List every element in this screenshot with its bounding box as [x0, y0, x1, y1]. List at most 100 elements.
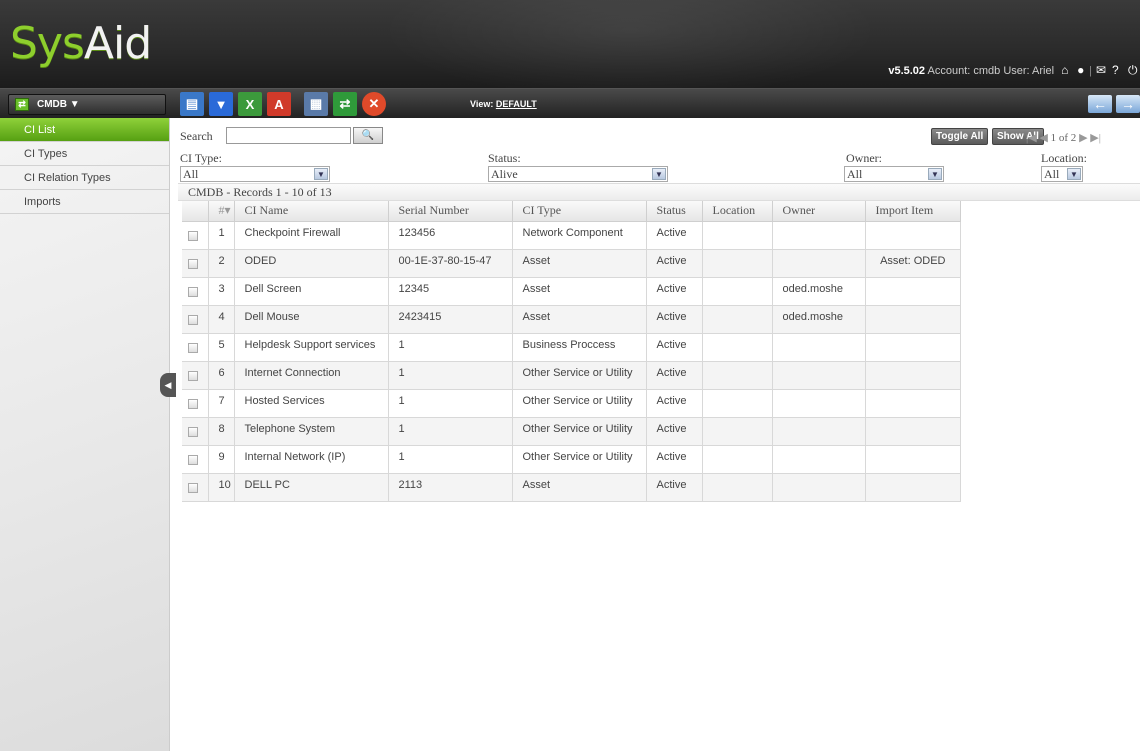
table-row[interactable]: 8 Telephone System 1 Other Service or Utili…	[182, 417, 961, 446]
table-cell: Active	[646, 333, 703, 362]
table-row[interactable]: 5 Helpdesk Support services 1 Business Proc…	[182, 333, 961, 362]
table-cell: Asset	[512, 277, 647, 306]
table-cell: Network Component	[512, 221, 647, 250]
table-row[interactable]: 4 Dell Mouse 2423415 Asset Active oded.moshe	[182, 305, 961, 334]
table-row[interactable]: 6 Internet Connection 1 Other Service or Ut…	[182, 361, 961, 390]
row-checkbox-cell	[182, 305, 209, 334]
table-cell	[865, 473, 961, 502]
pdf-export-icon[interactable]: A	[267, 92, 291, 116]
table-cell: Other Service or Utility	[512, 389, 647, 418]
status-filter-label: Status:	[488, 151, 521, 165]
owner-filter-select[interactable]: All ▼	[844, 166, 944, 182]
mail-icon[interactable]: ✉	[1096, 64, 1108, 76]
table-cell	[772, 361, 866, 390]
table-cell	[865, 417, 961, 446]
table-cell: 2113	[388, 473, 513, 502]
first-page-icon[interactable]: |◀	[1026, 132, 1037, 144]
print-icon[interactable]: ▦	[304, 92, 328, 116]
account-label: Account: cmdb	[927, 65, 1001, 77]
table-cell: Active	[646, 445, 703, 474]
column-header[interactable]: Status	[646, 201, 703, 222]
row-checkbox[interactable]	[188, 454, 198, 465]
sync-icon[interactable]: ⇄	[333, 92, 357, 116]
table-cell	[702, 221, 773, 250]
toggle-all-button[interactable]: Toggle All	[931, 128, 989, 145]
row-checkbox-cell	[182, 473, 209, 502]
column-header[interactable]: Serial Number	[388, 201, 513, 222]
sidebar-item-imports[interactable]: Imports	[0, 190, 169, 214]
excel-export-icon[interactable]: X	[238, 92, 262, 116]
search-input[interactable]	[226, 127, 351, 144]
sidebar-item-ci-types[interactable]: CI Types	[0, 142, 169, 166]
table-cell	[702, 445, 773, 474]
table-cell: Helpdesk Support services	[234, 333, 389, 362]
back-arrow-icon[interactable]: ←	[1088, 95, 1112, 113]
forward-arrow-icon[interactable]: →	[1116, 95, 1140, 113]
table-cell: 1	[208, 221, 235, 250]
table-cell: Active	[646, 305, 703, 334]
help-icon[interactable]: ?	[1112, 64, 1124, 76]
table-row[interactable]: 3 Dell Screen 12345 Asset Active oded.moshe	[182, 277, 961, 306]
last-page-icon[interactable]: ▶|	[1090, 132, 1101, 144]
view-selector[interactable]: View: DEFAULT	[470, 99, 537, 109]
toolbar-actions: ▤ ▼ X A ▦ ⇄ ✕	[180, 92, 386, 116]
records-summary: CMDB - Records 1 - 10 of 13	[178, 183, 1140, 201]
column-header[interactable]: CI Name	[234, 201, 389, 222]
table-row[interactable]: 7 Hosted Services 1 Other Service or Utilit…	[182, 389, 961, 418]
sidebar-item-ci-list[interactable]: CI List	[0, 118, 169, 142]
account-info: v5.5.02 Account: cmdb User: Ariel ⌂ ● | ✉? ⏻	[888, 64, 1140, 77]
user-icon[interactable]: ●	[1077, 64, 1089, 76]
chevron-down-icon: ▼	[652, 168, 666, 180]
table-cell	[702, 305, 773, 334]
view-link[interactable]: DEFAULT	[496, 99, 537, 109]
row-checkbox[interactable]	[188, 370, 198, 381]
row-checkbox[interactable]	[188, 314, 198, 325]
table-row[interactable]: 9 Internal Network (IP) 1 Other Service or …	[182, 445, 961, 474]
version-label: v5.5.02	[888, 65, 926, 77]
next-page-icon[interactable]: ▶	[1079, 132, 1087, 144]
status-filter-select[interactable]: Alive ▼	[488, 166, 668, 182]
row-checkbox[interactable]	[188, 482, 198, 493]
search-button[interactable]: 🔍	[353, 127, 383, 144]
table-row[interactable]: 1 Checkpoint Firewall 123456 Network Compon…	[182, 221, 961, 250]
table-cell: DELL PC	[234, 473, 389, 502]
table-cell: Active	[646, 417, 703, 446]
table-cell: Asset	[512, 305, 647, 334]
row-checkbox[interactable]	[188, 398, 198, 409]
table-cell: Active	[646, 277, 703, 306]
table-cell: 1	[388, 445, 513, 474]
app-header: SysAid v5.5.02 Account: cmdb User: Ariel…	[0, 0, 1140, 88]
delete-icon[interactable]: ✕	[362, 92, 386, 116]
sidebar-item-ci-relation-types[interactable]: CI Relation Types	[0, 166, 169, 190]
table-row[interactable]: 2 ODED 00-1E-37-80-15-47 Asset Active Asset: …	[182, 249, 961, 278]
column-header[interactable]: Import Item	[865, 201, 961, 222]
table-cell	[702, 249, 773, 278]
column-header[interactable]: CI Type	[512, 201, 647, 222]
row-checkbox[interactable]	[188, 230, 198, 241]
row-checkbox[interactable]	[188, 342, 198, 353]
home-icon[interactable]: ⌂	[1061, 64, 1073, 76]
table-cell: 123456	[388, 221, 513, 250]
new-ci-icon[interactable]: ▤	[180, 92, 204, 116]
prev-page-icon[interactable]: ◀	[1039, 132, 1047, 144]
table-row[interactable]: 10 DELL PC 2113 Asset Active	[182, 473, 961, 502]
filter-icon[interactable]: ▼	[209, 92, 233, 116]
table-cell: Dell Mouse	[234, 305, 389, 334]
row-checkbox[interactable]	[188, 286, 198, 297]
column-header[interactable]: Location	[702, 201, 773, 222]
table-cell: oded.moshe	[772, 305, 866, 334]
module-selector[interactable]: ⇄ CMDB ▼	[8, 94, 166, 115]
row-checkbox-cell	[182, 417, 209, 446]
sort-column-header[interactable]: #▾	[208, 201, 235, 222]
row-checkbox[interactable]	[188, 258, 198, 269]
table-cell: 3	[208, 277, 235, 306]
column-header[interactable]	[182, 201, 209, 222]
sysaid-logo[interactable]: SysAid	[10, 18, 152, 69]
row-checkbox[interactable]	[188, 426, 198, 437]
column-header[interactable]: Owner	[772, 201, 866, 222]
ci-type-filter-select[interactable]: All ▼	[180, 166, 330, 182]
collapse-sidebar-button[interactable]: ◀	[160, 373, 176, 397]
logout-icon[interactable]: ⏻	[1128, 64, 1140, 76]
location-filter-select[interactable]: All ▼	[1041, 166, 1083, 182]
table-cell: 1	[388, 417, 513, 446]
